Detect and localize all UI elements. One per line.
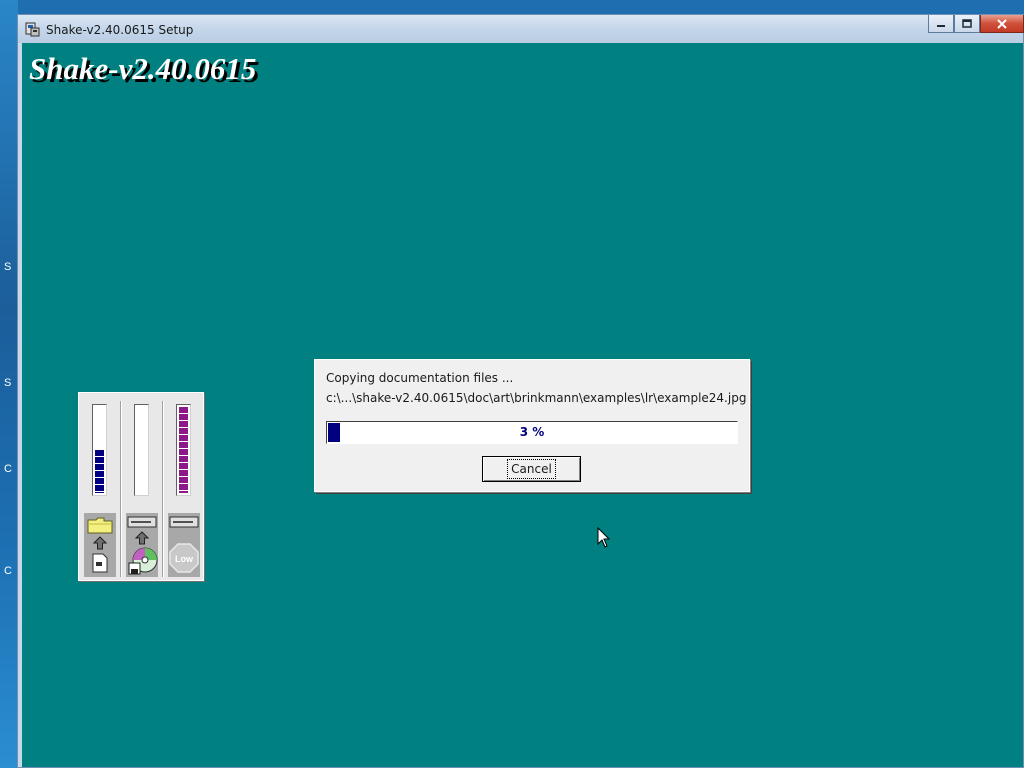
meter-destination-disk xyxy=(79,393,119,579)
meter-memory: Low xyxy=(163,393,203,579)
progress-percent-label: 3 % xyxy=(519,425,545,439)
minimize-icon xyxy=(937,24,945,27)
installer-background: Shake-v2.40.0615 Low Copying documentati… xyxy=(22,43,1023,767)
window-controls xyxy=(928,15,1024,35)
document-icon xyxy=(92,553,108,573)
close-icon xyxy=(997,18,1007,29)
meter-fill xyxy=(95,450,104,493)
meter-icon-well xyxy=(84,513,116,577)
progress-dialog: Copying documentation files ... c:\...\s… xyxy=(314,359,750,492)
meter-tube xyxy=(176,404,191,496)
setup-app-icon xyxy=(25,22,40,37)
desktop-label-fragment: C xyxy=(4,463,12,475)
title-bar[interactable]: Shake-v2.40.0615 Setup xyxy=(18,15,1024,43)
window-title: Shake-v2.40.0615 Setup xyxy=(46,23,194,37)
low-badge-icon: Low xyxy=(169,543,199,573)
desktop-background: S S C C xyxy=(0,0,18,768)
arrow-up-icon xyxy=(93,536,107,550)
close-button[interactable] xyxy=(980,15,1024,33)
maximize-button[interactable] xyxy=(954,15,980,33)
desktop-label-fragment: S xyxy=(4,377,12,389)
low-badge-label: Low xyxy=(175,554,194,564)
desktop-label-fragment: C xyxy=(4,565,12,577)
arrow-up-icon xyxy=(135,531,149,545)
progress-bar: 3 % xyxy=(326,421,738,444)
minimize-button[interactable] xyxy=(928,15,954,33)
meter-icon-well xyxy=(126,513,158,577)
meter-tube xyxy=(134,404,149,496)
installer-banner-title: Shake-v2.40.0615 xyxy=(29,51,257,86)
drive-icon xyxy=(169,516,199,528)
setup-window: Shake-v2.40.0615 Setup Shake-v2.40.0615 xyxy=(17,14,1024,768)
desktop-label-fragment: S xyxy=(4,261,12,273)
meter-source-disk xyxy=(121,393,161,579)
maximize-icon xyxy=(962,19,972,28)
copy-status-text: Copying documentation files ... xyxy=(326,371,514,385)
meter-icon-well: Low xyxy=(168,513,200,577)
meter-tube xyxy=(92,404,107,496)
cancel-button-label: Cancel xyxy=(507,459,556,479)
drive-icon xyxy=(127,516,157,528)
current-file-path: c:\...\shake-v2.40.0615\doc\art\brinkman… xyxy=(326,391,747,405)
cancel-button[interactable]: Cancel xyxy=(482,456,581,482)
cd-disk-icon xyxy=(128,547,158,575)
meter-fill xyxy=(179,407,188,493)
resource-meters-panel: Low xyxy=(78,392,204,581)
mouse-pointer-icon xyxy=(597,527,611,548)
folder-icon xyxy=(87,517,113,534)
